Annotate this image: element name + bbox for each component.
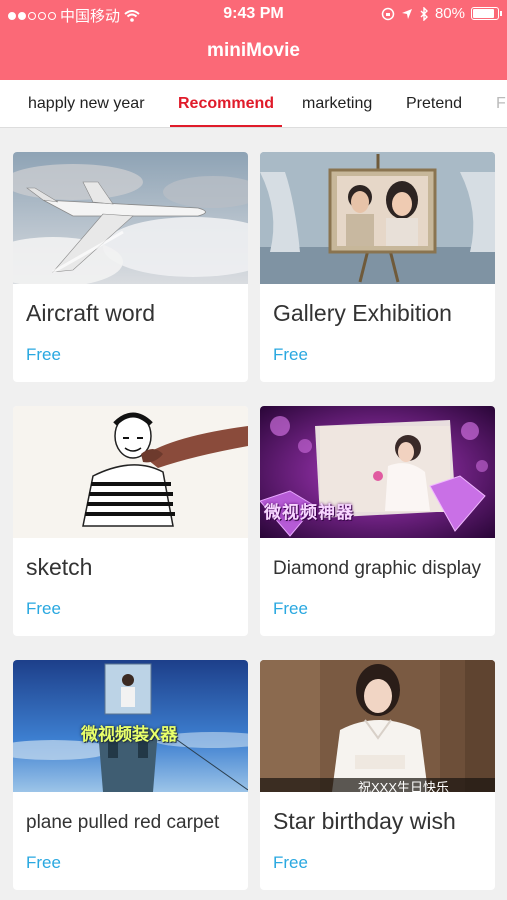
card-price: Free [273,853,308,872]
template-card-diamond[interactable]: 微视频神器 Diamond graphic display Free [260,406,495,636]
status-right: 80% [381,5,502,22]
template-card-red-carpet[interactable]: 微视频装X器 plane pulled red carpet Free [13,660,248,890]
card-price: Free [273,345,308,364]
card-price: Free [26,853,61,872]
thumbnail-overlay-text: 祝XXX生日快乐 [358,780,450,795]
template-card-sketch[interactable]: sketch Free [13,406,248,636]
card-price: Free [273,599,308,618]
battery-icon [471,7,502,20]
template-card-aircraft[interactable]: Aircraft word Free [13,152,248,382]
battery-level [473,9,494,18]
card-title: plane pulled red carpet [26,812,220,833]
app-title: miniMovie [207,40,300,61]
location-icon [401,8,412,19]
tab-marketing[interactable]: marketing [302,80,372,127]
gallery-thumbnail [260,152,495,284]
birthday-thumbnail [260,660,495,792]
tab-recommend[interactable]: Recommend [169,80,283,127]
battery-percent: 80% [434,5,465,22]
card-price: Free [26,345,61,364]
category-tabs: happly new year Recommend marketing Pret… [0,80,507,128]
tab-pretend[interactable]: Pretend [406,80,462,127]
card-title: Diamond graphic display [273,558,482,579]
thumbnail-overlay-text: 微视频神器 [264,503,354,522]
thumbnail-overlay-text: 微视频装X器 [81,725,178,744]
template-card-birthday[interactable]: 祝XXX生日快乐 Star birthday wish Free [260,660,495,890]
card-title: Aircraft word [26,300,156,326]
card-price: Free [26,599,61,618]
app-header: 中国移动 9:43 PM 80% miniMovie [0,0,507,80]
sketch-thumbnail [13,406,248,538]
tab-happy-new-year[interactable]: happly new year [28,80,145,127]
card-title: Star birthday wish [273,808,456,834]
card-title: sketch [26,554,93,580]
tab-next[interactable]: F [496,80,506,127]
status-bar: 中国移动 9:43 PM 80% [0,0,507,28]
bluetooth-icon [420,6,428,21]
card-title: Gallery Exhibition [273,300,452,326]
template-card-gallery[interactable]: Gallery Exhibition Free [260,152,495,382]
rotation-lock-icon [381,7,395,20]
aircraft-thumbnail [13,152,248,284]
